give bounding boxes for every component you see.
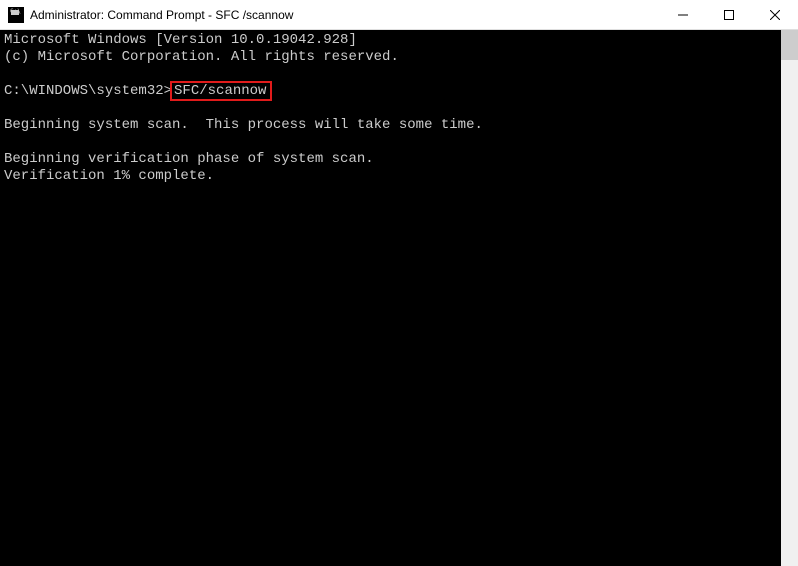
vertical-scrollbar[interactable] [781,30,798,566]
command-highlight: SFC/scannow [170,81,272,101]
blank-line [4,100,777,117]
minimize-button[interactable] [660,0,706,29]
close-button[interactable] [752,0,798,29]
prompt-line: C:\WINDOWS\system32>SFC/scannow [4,83,777,100]
verify-phase-line: Beginning verification phase of system s… [4,151,777,168]
blank-line [4,66,777,83]
blank-line [4,134,777,151]
close-icon [770,10,780,20]
window-title: Administrator: Command Prompt - SFC /sca… [30,8,660,22]
window-controls [660,0,798,29]
scrollbar-thumb[interactable] [781,30,798,60]
maximize-button[interactable] [706,0,752,29]
terminal-container: Microsoft Windows [Version 10.0.19042.92… [0,30,798,566]
window-titlebar: Administrator: Command Prompt - SFC /sca… [0,0,798,30]
version-line: Microsoft Windows [Version 10.0.19042.92… [4,32,777,49]
copyright-line: (c) Microsoft Corporation. All rights re… [4,49,777,66]
minimize-icon [678,10,688,20]
verify-pct-line: Verification 1% complete. [4,168,777,185]
terminal-output[interactable]: Microsoft Windows [Version 10.0.19042.92… [0,30,781,566]
maximize-icon [724,10,734,20]
cmd-icon [8,7,24,23]
begin-scan-line: Beginning system scan. This process will… [4,117,777,134]
prompt-prefix: C:\WINDOWS\system32> [4,83,172,99]
